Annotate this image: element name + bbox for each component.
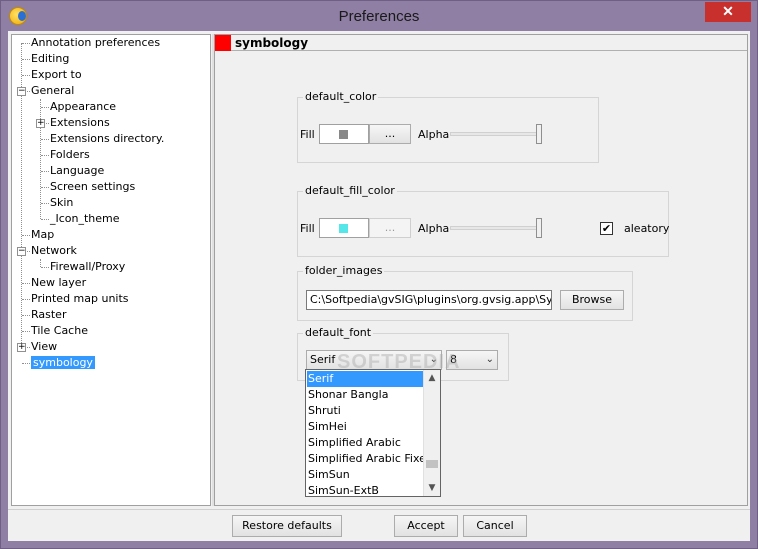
folder-images-title: folder_images <box>303 264 385 277</box>
font-option[interactable]: SimSun <box>307 467 423 483</box>
cancel-button[interactable]: Cancel <box>463 515 527 537</box>
default-color-alpha-track[interactable] <box>450 132 542 136</box>
default-fill-color-title: default_fill_color <box>303 184 397 197</box>
font-option[interactable]: Simplified Arabic Fixed <box>307 451 433 467</box>
window-title: Preferences <box>338 8 420 25</box>
folder-images-path-input[interactable]: C:\Softpedia\gvSIG\plugins\org.gvsig.app… <box>306 290 552 310</box>
tree-item-tile-cache[interactable]: Tile Cache <box>31 323 88 339</box>
default-fill-color-alpha-slider[interactable] <box>536 218 542 238</box>
title-bar[interactable]: Preferences ✕ <box>1 1 757 31</box>
chevron-down-icon: ⌄ <box>485 354 494 365</box>
expand-view-icon[interactable]: + <box>17 343 26 352</box>
font-family-dropdown[interactable]: Serif Shonar Bangla Shruti SimHei Simpli… <box>305 369 441 497</box>
default-fill-color-well[interactable] <box>319 218 369 238</box>
font-family-value: Serif <box>310 353 336 366</box>
font-option[interactable]: Simplified Arabic <box>307 435 423 451</box>
tree-item-extensions-directory[interactable]: Extensions directory. <box>50 131 164 147</box>
collapse-general-icon[interactable]: − <box>17 87 26 96</box>
accept-button[interactable]: Accept <box>394 515 458 537</box>
folder-images-group: folder_images C:\Softpedia\gvSIG\plugins… <box>297 264 633 321</box>
tree-item-editing[interactable]: Editing <box>31 51 69 67</box>
softpedia-watermark: SOFTPEDIA <box>337 351 461 373</box>
tree-item-icon-theme[interactable]: _Icon_theme <box>50 211 120 227</box>
default-color-well[interactable] <box>319 124 369 144</box>
tree-item-raster[interactable]: Raster <box>31 307 66 323</box>
tree-item-screen-settings[interactable]: Screen settings <box>50 179 135 195</box>
font-dropdown-scrollbar[interactable]: ▲ ▼ <box>423 370 440 496</box>
tree-item-extensions[interactable]: Extensions <box>50 115 110 131</box>
aleatory-checkbox[interactable]: ✔ <box>600 222 613 235</box>
default-color-title: default_color <box>303 90 379 103</box>
tree-item-firewall-proxy[interactable]: Firewall/Proxy <box>50 259 125 275</box>
tree-line <box>40 259 41 267</box>
dialog-body: Annotation preferences Editing Export to… <box>8 31 750 541</box>
tree-item-network[interactable]: Network <box>31 243 77 259</box>
aleatory-label: aleatory <box>624 222 670 235</box>
dialog-button-bar: Restore defaults Accept Cancel <box>8 509 750 541</box>
tree-item-map[interactable]: Map <box>31 227 54 243</box>
default-color-pick-button[interactable]: ... <box>369 124 411 144</box>
tree-item-symbology[interactable]: symbology <box>31 355 95 371</box>
panel-title: symbology <box>235 36 309 50</box>
tree-item-general[interactable]: General <box>31 83 74 99</box>
panel-header-marker <box>215 35 231 51</box>
scroll-thumb[interactable] <box>426 460 438 468</box>
expand-extensions-icon[interactable]: + <box>36 119 45 128</box>
tree-item-language[interactable]: Language <box>50 163 104 179</box>
default-fill-color-fill-label: Fill <box>300 222 315 235</box>
preferences-window: Preferences ✕ Annotation preferences Edi… <box>0 0 758 549</box>
default-color-swatch <box>339 130 348 139</box>
tree-line <box>40 99 41 219</box>
default-color-alpha-label: Alpha <box>418 128 450 141</box>
font-option[interactable]: Shonar Bangla <box>307 387 423 403</box>
tree-item-view[interactable]: View <box>31 339 57 355</box>
scroll-down-icon[interactable]: ▼ <box>424 480 440 496</box>
tree-item-new-layer[interactable]: New layer <box>31 275 86 291</box>
font-option[interactable]: Shruti <box>307 403 423 419</box>
default-color-alpha-slider[interactable] <box>536 124 542 144</box>
default-fill-color-alpha-label: Alpha <box>418 222 450 235</box>
default-color-fill-label: Fill <box>300 128 315 141</box>
default-fill-color-group: default_fill_color Fill ... Alpha ✔ alea… <box>297 184 670 257</box>
symbology-panel: symbology default_color Fill ... Alpha d… <box>214 34 748 506</box>
tree-item-printed-map-units[interactable]: Printed map units <box>31 291 129 307</box>
tree-item-appearance[interactable]: Appearance <box>50 99 116 115</box>
panel-header: symbology <box>215 35 747 51</box>
font-option[interactable]: SimHei <box>307 419 423 435</box>
restore-defaults-button[interactable]: Restore defaults <box>232 515 342 537</box>
tree-item-folders[interactable]: Folders <box>50 147 90 163</box>
default-fill-color-swatch <box>339 224 348 233</box>
font-option[interactable]: SimSun-ExtB <box>307 483 423 497</box>
tree-item-export-to[interactable]: Export to <box>31 67 82 83</box>
close-button[interactable]: ✕ <box>705 2 751 22</box>
collapse-network-icon[interactable]: − <box>17 247 26 256</box>
default-fill-color-alpha-track[interactable] <box>450 226 542 230</box>
tree-item-skin[interactable]: Skin <box>50 195 73 211</box>
default-font-title: default_font <box>303 326 374 339</box>
tree-item-annotation-preferences[interactable]: Annotation preferences <box>31 35 160 51</box>
default-fill-color-pick-button[interactable]: ... <box>369 218 411 238</box>
browse-button[interactable]: Browse <box>560 290 624 310</box>
preferences-tree[interactable]: Annotation preferences Editing Export to… <box>11 34 211 506</box>
default-color-group: default_color Fill ... Alpha <box>297 90 599 163</box>
